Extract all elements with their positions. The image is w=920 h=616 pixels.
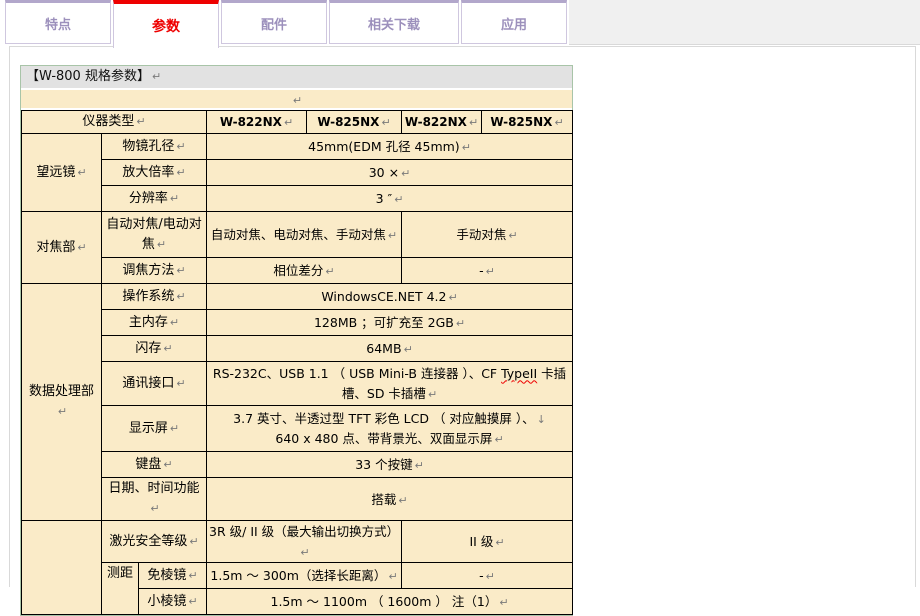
table-row-focus-method: 调焦方法↵ 相位差分↵ -↵ xyxy=(22,258,573,284)
laser-label: 激光安全等级↵ xyxy=(102,521,207,563)
group-data-processing: 数据处理部↵ xyxy=(22,284,102,521)
reflectorless-value-left: 1.5m ～ 300m（选择长距离）↵ xyxy=(207,563,402,589)
mini-prism-value: 1.5m ～ 1100m （ 1600m ） 注（1）↵ xyxy=(207,589,573,615)
table-row-reflectorless: 测距 免棱镜↵ 1.5m ～ 300m（选择长距离）↵ -↵ xyxy=(22,563,573,589)
table-row-memory: 主内存↵ 128MB ；可扩充至 2GB↵ xyxy=(22,310,573,336)
table-row-display: 显示屏↵ 3.7 英寸、半透过型 TFT 彩色 LCD （ 对应触摸屏 ）、↓ … xyxy=(22,406,573,452)
laser-value-right: II 级↵ xyxy=(402,521,573,563)
model-cell-4: W-825NX↵ xyxy=(482,111,573,134)
table-row-laser: 激光安全等级↵ 3R 级/ II 级（最大输出切换方式）↵ II 级↵ xyxy=(22,521,573,563)
reflectorless-value-right: -↵ xyxy=(402,563,573,589)
focus-method-value-left: 相位差分↵ xyxy=(207,258,402,284)
tab-bar: 特点 参数 配件 相关下载 应用 xyxy=(0,0,920,47)
mini-prism-label: 小棱镜↵ xyxy=(139,589,207,615)
keyboard-value: 33 个按键↵ xyxy=(207,452,573,478)
magnification-value: 30 ×↵ xyxy=(207,160,573,186)
datetime-value: 搭载↵ xyxy=(207,478,573,521)
spec-table-title: 【W-800 规格参数】↵ xyxy=(21,66,572,88)
model-cell-3: W-822NX↵ xyxy=(402,111,482,134)
spec-title-text: 【W-800 规格参数】 xyxy=(26,69,150,84)
display-value: 3.7 英寸、半透过型 TFT 彩色 LCD （ 对应触摸屏 ）、↓ 640 x… xyxy=(207,406,573,452)
os-label: 操作系统↵ xyxy=(102,284,207,310)
spellcheck-underline: TypeII xyxy=(501,366,537,381)
comm-label: 通讯接口↵ xyxy=(102,362,207,406)
group-edm xyxy=(22,521,102,615)
os-value: WindowsCE.NET 4.2↵ xyxy=(207,284,573,310)
autofocus-label: 自动对焦/电动对焦↵ xyxy=(102,212,207,258)
table-row-aperture: 望远镜↵ 物镜孔径↵ 45mm(EDM 孔径 45mm)↵ xyxy=(22,134,573,160)
datetime-label: 日期、时间功能↵ xyxy=(102,478,207,521)
group-focus: 对焦部↵ xyxy=(22,212,102,284)
group-telescope: 望远镜↵ xyxy=(22,134,102,212)
tab-features[interactable]: 特点 xyxy=(5,0,111,44)
content-panel: 【W-800 规格参数】↵ ↵ 仪器类型↵ W-822NX↵ W-825NX↵ … xyxy=(9,46,916,587)
flash-label: 闪存↵ xyxy=(102,336,207,362)
tab-bar-filler xyxy=(569,0,920,45)
resolution-label: 分辨率↵ xyxy=(102,186,207,212)
tab-accessories[interactable]: 配件 xyxy=(221,0,327,44)
table-row-keyboard: 键盘↵ 33 个按键↵ xyxy=(22,452,573,478)
table-row-magnification: 放大倍率↵ 30 ×↵ xyxy=(22,160,573,186)
tab-applications-label: 应用 xyxy=(501,14,527,33)
instrument-type-label-cell: 仪器类型↵ xyxy=(22,111,207,134)
tab-parameters-label: 参数 xyxy=(152,16,180,36)
spec-table: 【W-800 规格参数】↵ ↵ 仪器类型↵ W-822NX↵ W-825NX↵ … xyxy=(20,65,573,616)
memory-value: 128MB ；可扩充至 2GB↵ xyxy=(207,310,573,336)
table-row-flash: 闪存↵ 64MB↵ xyxy=(22,336,573,362)
memory-label: 主内存↵ xyxy=(102,310,207,336)
display-label: 显示屏↵ xyxy=(102,406,207,452)
table-row-autofocus: 对焦部↵ 自动对焦/电动对焦↵ 自动对焦、电动对焦、手动对焦↵ 手动对焦↵ xyxy=(22,212,573,258)
flash-value: 64MB↵ xyxy=(207,336,573,362)
tab-downloads-label: 相关下载 xyxy=(368,14,420,33)
aperture-label: 物镜孔径↵ xyxy=(102,134,207,160)
tab-accessories-label: 配件 xyxy=(261,14,287,33)
return-mark-icon: ↵ xyxy=(293,94,302,107)
comm-value: RS-232C、USB 1.1 （ USB Mini-B 连接器 ）、CF Ty… xyxy=(207,362,573,406)
spec-empty-row: ↵ xyxy=(21,90,572,108)
autofocus-value-right: 手动对焦↵ xyxy=(402,212,573,258)
tab-parameters[interactable]: 参数 xyxy=(113,0,219,48)
table-row-comm: 通讯接口↵ RS-232C、USB 1.1 （ USB Mini-B 连接器 ）… xyxy=(22,362,573,406)
table-row-os: 数据处理部↵ 操作系统↵ WindowsCE.NET 4.2↵ xyxy=(22,284,573,310)
return-mark-icon: ↵ xyxy=(152,70,161,83)
focus-method-value-right: -↵ xyxy=(402,258,573,284)
model-cell-1: W-822NX↵ xyxy=(207,111,307,134)
autofocus-value-left: 自动对焦、电动对焦、手动对焦↵ xyxy=(207,212,402,258)
keyboard-label: 键盘↵ xyxy=(102,452,207,478)
magnification-label: 放大倍率↵ xyxy=(102,160,207,186)
resolution-value: 3 ″↵ xyxy=(207,186,573,212)
laser-value-left: 3R 级/ II 级（最大输出切换方式）↵ xyxy=(207,521,402,563)
range-group-label: 测距 xyxy=(102,563,139,615)
table-row-datetime: 日期、时间功能↵ 搭载↵ xyxy=(22,478,573,521)
table-row-resolution: 分辨率↵ 3 ″↵ xyxy=(22,186,573,212)
focus-method-label: 调焦方法↵ xyxy=(102,258,207,284)
tab-features-label: 特点 xyxy=(45,14,71,33)
spec-grid: 仪器类型↵ W-822NX↵ W-825NX↵ W-822NX↵ W-825NX… xyxy=(21,110,573,615)
tab-downloads[interactable]: 相关下载 xyxy=(329,0,459,44)
model-cell-2: W-825NX↵ xyxy=(307,111,402,134)
aperture-value: 45mm(EDM 孔径 45mm)↵ xyxy=(207,134,573,160)
table-row-instrument-type: 仪器类型↵ W-822NX↵ W-825NX↵ W-822NX↵ W-825NX… xyxy=(22,111,573,134)
reflectorless-label: 免棱镜↵ xyxy=(139,563,207,589)
tab-applications[interactable]: 应用 xyxy=(461,0,567,44)
